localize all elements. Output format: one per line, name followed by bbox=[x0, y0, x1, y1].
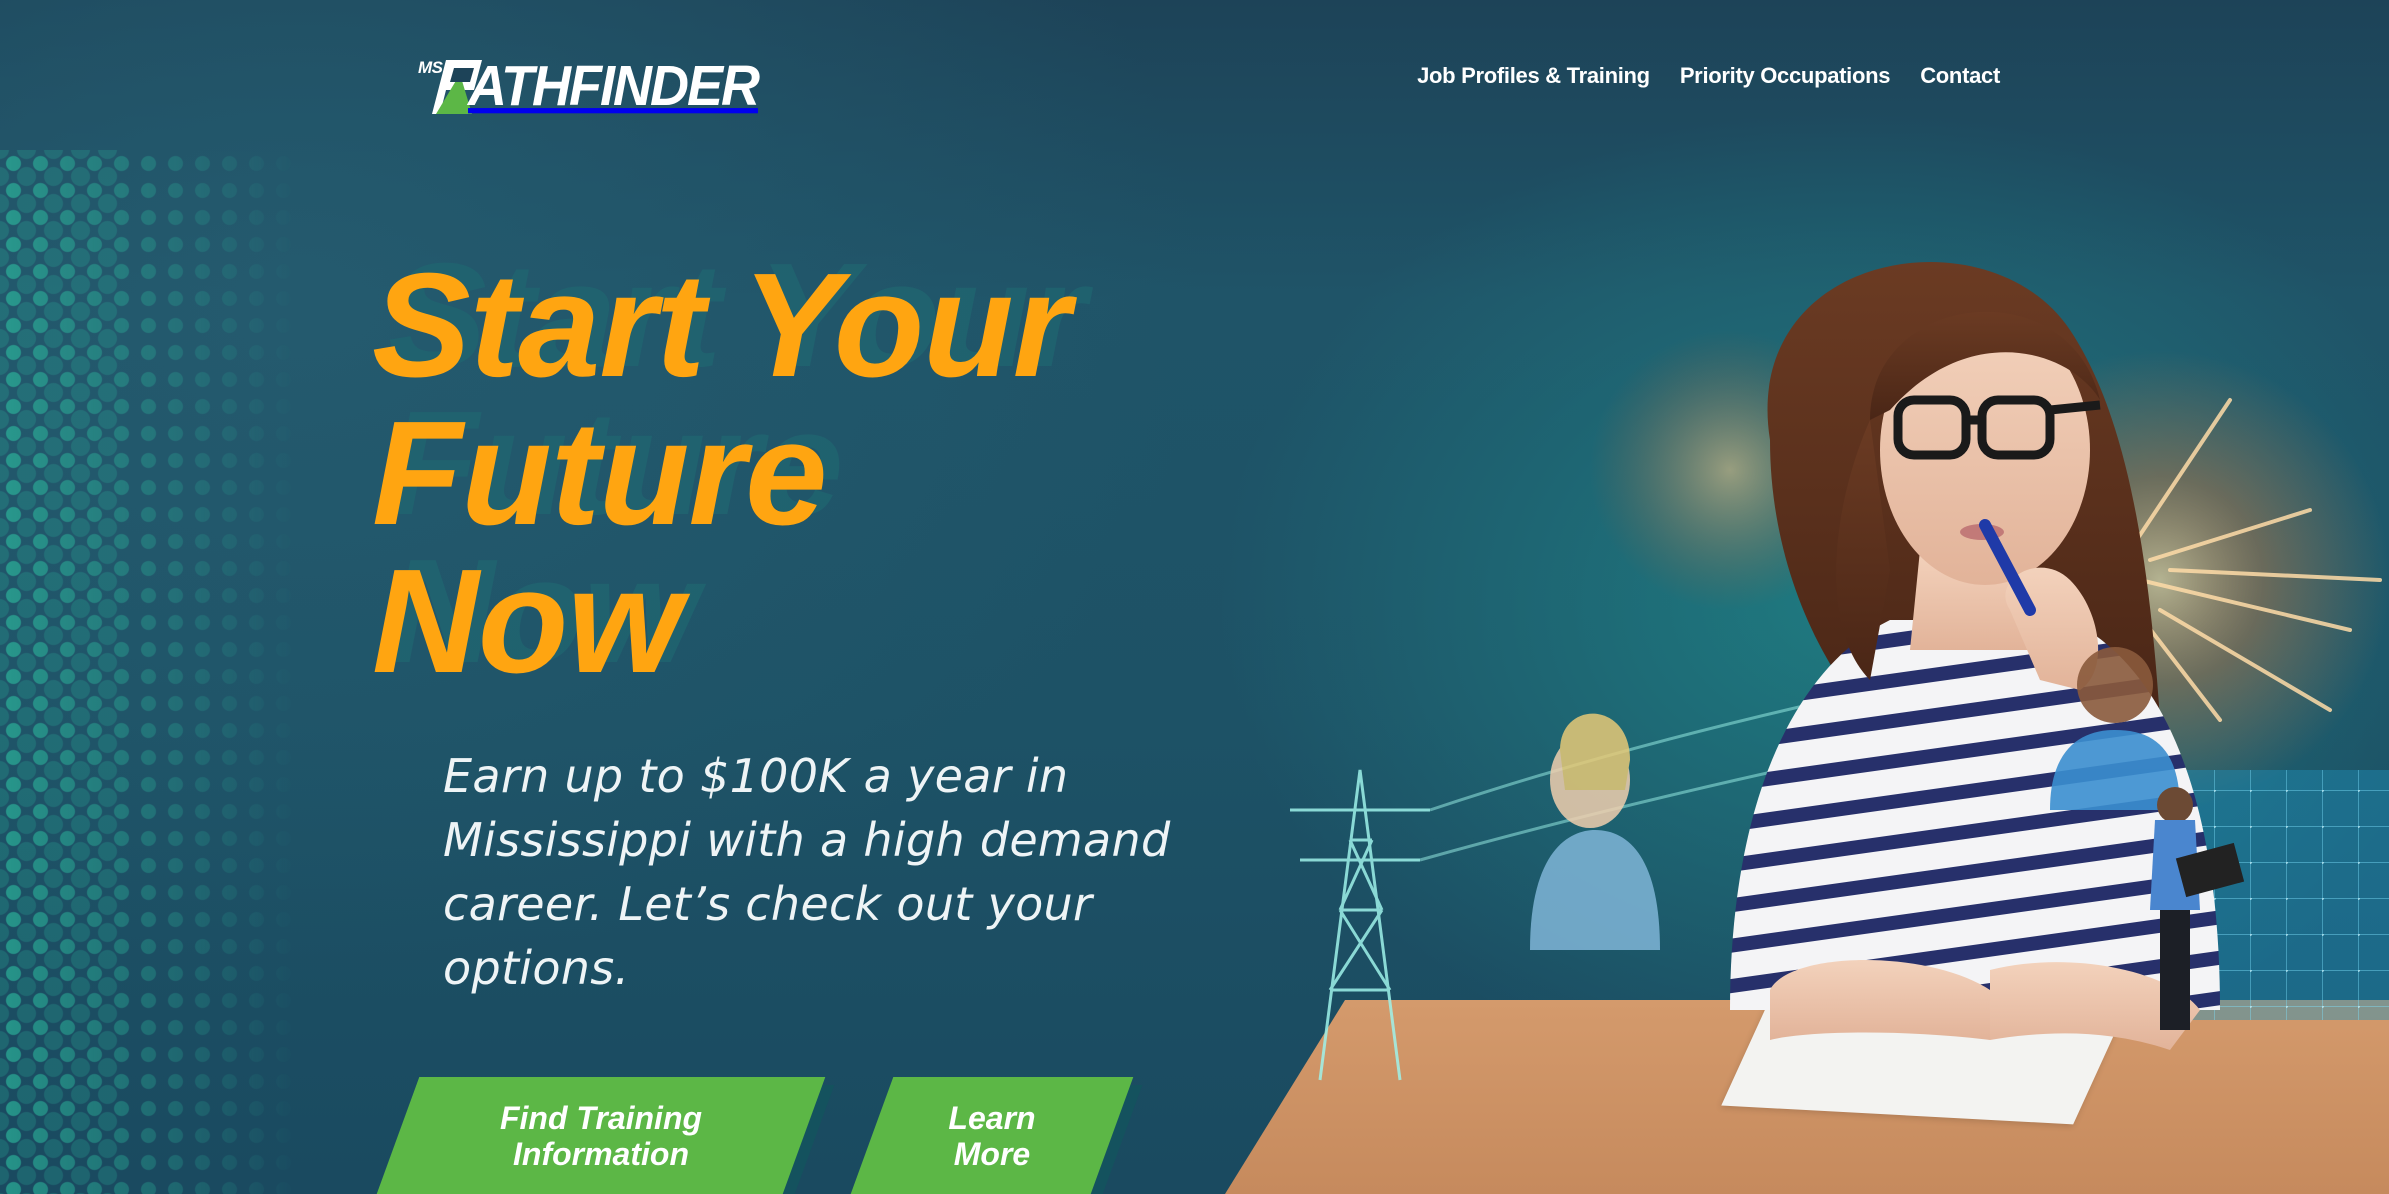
main-nav: Job Profiles & Training Priority Occupat… bbox=[1417, 63, 2000, 89]
nav-contact[interactable]: Contact bbox=[1920, 63, 2000, 89]
dotted-pattern-overlay bbox=[0, 150, 120, 1194]
nav-priority-occupations[interactable]: Priority Occupations bbox=[1680, 63, 1891, 89]
learn-more-label: Learn More bbox=[948, 1099, 1036, 1172]
logo-text: ATHFINDER bbox=[468, 54, 760, 118]
find-training-button[interactable]: Find Training Information bbox=[376, 1077, 826, 1194]
logo-p-mark bbox=[432, 60, 482, 114]
hero-title: Start Your Future Now bbox=[372, 243, 1070, 704]
pathfinder-logo[interactable]: MS ATHFINDER bbox=[418, 52, 760, 118]
hero-title-line-3: Now bbox=[372, 539, 682, 704]
learn-more-button[interactable]: Learn More bbox=[850, 1077, 1134, 1194]
nav-job-profiles-training[interactable]: Job Profiles & Training bbox=[1417, 63, 1650, 89]
hero-title-line-2: Future bbox=[372, 391, 827, 556]
hero-illustration bbox=[1290, 261, 2389, 1081]
find-training-label: Find Training Information bbox=[499, 1099, 703, 1172]
hero-title-line-1: Start Your bbox=[372, 243, 1070, 408]
hero-subtitle: Earn up to $100K a year in Mississippi w… bbox=[443, 749, 1171, 995]
